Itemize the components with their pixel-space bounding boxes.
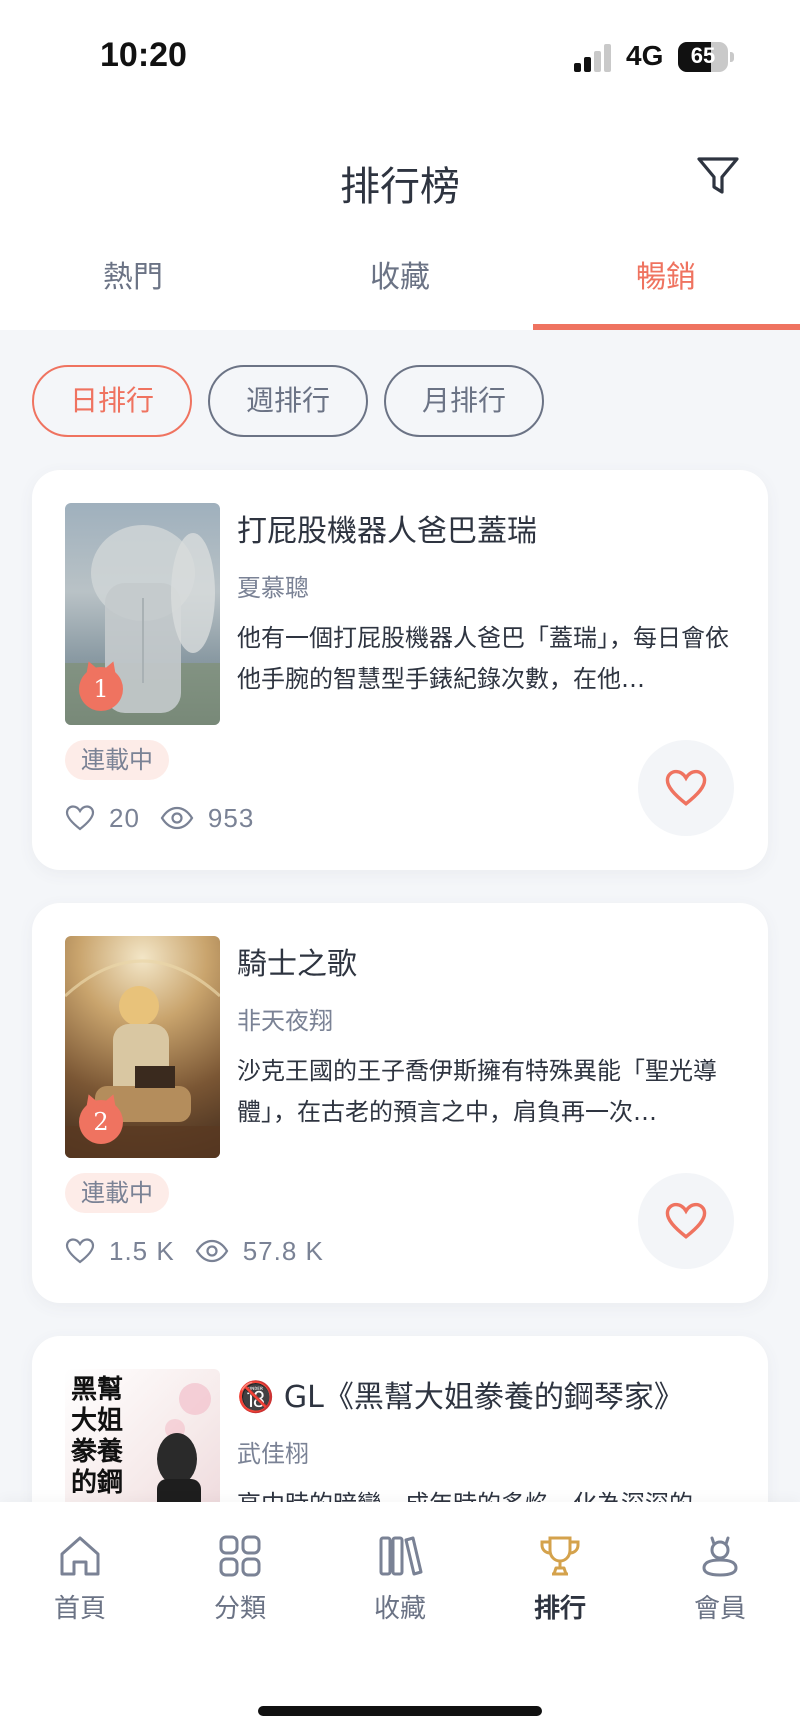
view-count-icon	[195, 1239, 229, 1263]
bookshelf-icon	[379, 1536, 423, 1576]
active-tab-indicator	[533, 324, 800, 330]
book-description: 他有一個打屁股機器人爸巴「蓋瑞」，每日會依他手腕的智慧型手錶紀錄次數，在他…	[237, 624, 729, 693]
favorite-button[interactable]	[638, 1173, 734, 1269]
book-stats: 20 953	[65, 798, 274, 838]
heart-icon	[665, 769, 707, 806]
filter-icon[interactable]	[694, 152, 742, 200]
nav-label: 分類	[213, 1594, 266, 1624]
tab-hot[interactable]: 熱門	[0, 230, 266, 330]
like-count: 1.5 K	[109, 1235, 175, 1266]
member-icon	[702, 1536, 738, 1577]
tab-label: 收藏	[370, 260, 430, 295]
status-bar: 10:20 4G 65	[0, 0, 800, 110]
nav-label: 會員	[693, 1594, 746, 1624]
home-icon	[60, 1536, 100, 1576]
book-author[interactable]: 夏慕聰	[237, 568, 309, 603]
nav-home[interactable]: 首頁	[0, 1532, 160, 1642]
like-count: 20	[109, 802, 140, 833]
status-badge: 連載中	[65, 740, 169, 780]
nav-label: 收藏	[373, 1594, 426, 1624]
home-indicator	[258, 1706, 542, 1716]
rank-badge: 2	[79, 1100, 123, 1144]
nav-member[interactable]: 會員	[640, 1532, 800, 1642]
book-cover[interactable]: 1	[65, 503, 220, 725]
view-count: 953	[207, 802, 255, 833]
heart-icon	[665, 1202, 707, 1239]
ranking-tabs: 熱門 收藏 暢銷	[0, 230, 800, 330]
favorite-button[interactable]	[638, 740, 734, 836]
cover-text: 黑幫大姐 豢養的鋼	[71, 1375, 124, 1498]
nav-ranking[interactable]: 排行	[480, 1532, 640, 1642]
like-count-icon	[65, 1238, 95, 1264]
nav-collection[interactable]: 收藏	[320, 1532, 480, 1642]
view-count-icon	[160, 806, 194, 830]
status-time: 10:20	[100, 36, 187, 74]
trophy-icon	[540, 1536, 580, 1576]
nav-category[interactable]: 分類	[160, 1532, 320, 1642]
book-card[interactable]: 2 騎士之歌 非天夜翔 沙克王國的王子喬伊斯擁有特殊異能「聖光導體」，在古老的預…	[32, 903, 768, 1303]
book-title[interactable]: 🔞 GL《黑幫大姐豢養的鋼琴家》	[237, 1372, 684, 1416]
status-badge: 連載中	[65, 1173, 169, 1213]
book-description: 沙克王國的王子喬伊斯擁有特殊異能「聖光導體」，在古老的預言之中，肩負再一次…	[237, 1057, 717, 1126]
page-title: 排行榜	[340, 164, 460, 210]
tab-bestseller[interactable]: 暢銷	[533, 230, 799, 330]
tab-label: 熱門	[103, 260, 163, 295]
book-author[interactable]: 非天夜翔	[237, 1001, 333, 1036]
book-stats: 1.5 K 57.8 K	[65, 1231, 344, 1271]
like-count-icon	[65, 805, 95, 831]
book-title[interactable]: 騎士之歌	[237, 939, 357, 983]
book-card[interactable]: 1 打屁股機器人爸巴蓋瑞 夏慕聰 他有一個打屁股機器人爸巴「蓋瑞」，每日會依他手…	[32, 470, 768, 870]
period-daily-button[interactable]: 日排行	[32, 365, 192, 437]
tab-collection[interactable]: 收藏	[267, 230, 533, 330]
book-cover[interactable]: 2	[65, 936, 220, 1158]
bottom-nav: 首頁 分類 收藏 排行 會員	[0, 1502, 800, 1734]
network-type: 4G	[626, 40, 664, 71]
battery-level: 65	[690, 43, 716, 68]
header: 排行榜 熱門 收藏 暢銷	[0, 110, 800, 330]
nav-label: 首頁	[53, 1594, 106, 1624]
nav-label: 排行	[533, 1594, 586, 1624]
period-weekly-button[interactable]: 週排行	[208, 365, 368, 437]
period-monthly-button[interactable]: 月排行	[384, 365, 544, 437]
view-count: 57.8 K	[242, 1235, 324, 1266]
grid-icon	[219, 1535, 261, 1577]
signal-icon	[574, 44, 614, 72]
book-title[interactable]: 打屁股機器人爸巴蓋瑞	[237, 506, 537, 550]
rank-badge: 1	[79, 667, 123, 711]
battery-icon: 65	[678, 42, 728, 72]
battery-tip	[730, 52, 734, 62]
book-author[interactable]: 武佳栩	[237, 1434, 309, 1469]
tab-label: 暢銷	[636, 260, 696, 295]
